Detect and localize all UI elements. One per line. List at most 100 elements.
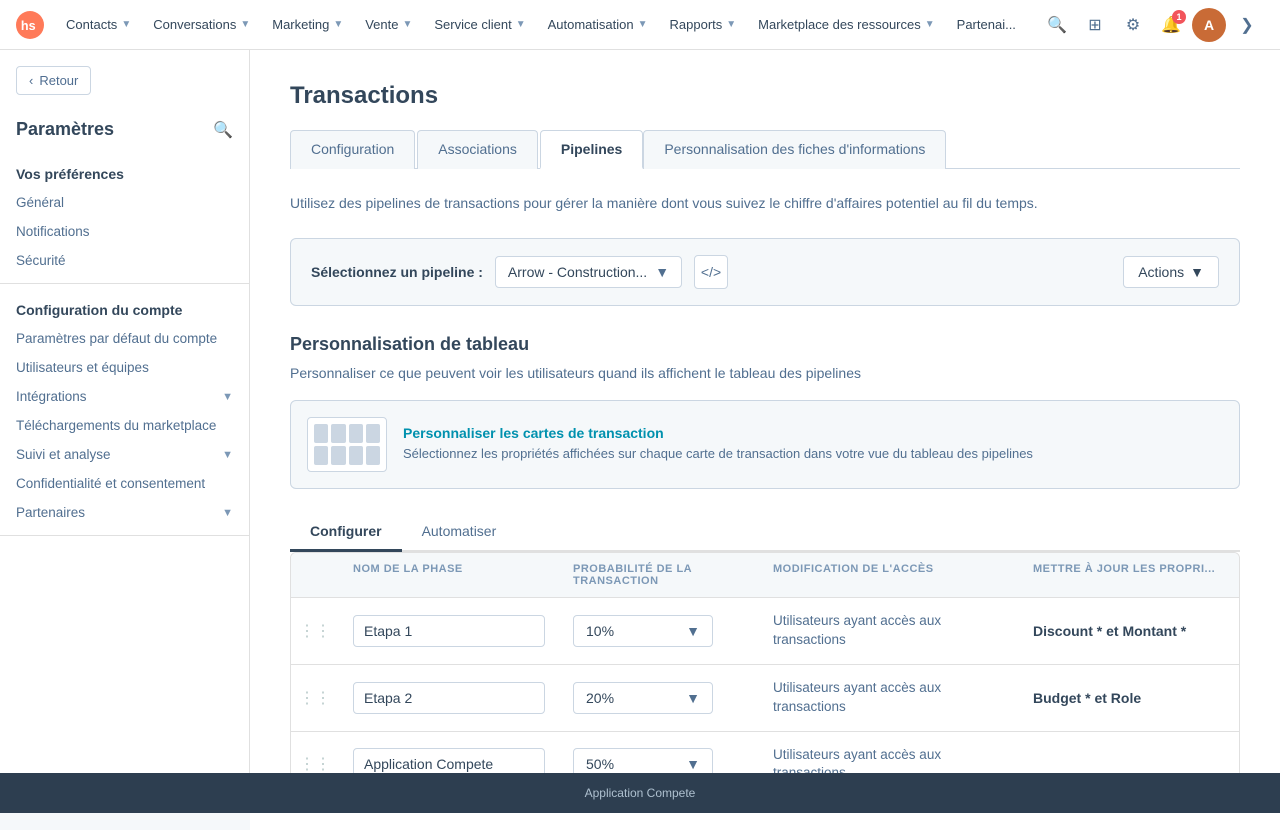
sidebar-item-label: Intégrations [16, 389, 87, 404]
thumb-cell [349, 446, 363, 465]
sidebar-item[interactable]: Partenaires▼ [0, 498, 249, 527]
actions-label: Actions [1138, 264, 1184, 280]
chevron-down-icon: ▼ [222, 391, 233, 403]
drag-handle-icon[interactable]: ⋮⋮ [291, 754, 339, 774]
apps-icon[interactable]: ⊞ [1078, 8, 1112, 42]
actions-button[interactable]: Actions ▼ [1123, 256, 1219, 288]
back-arrow-icon: ‹ [29, 73, 33, 88]
chevron-down-icon: ▼ [402, 19, 412, 30]
sidebar-item[interactable]: Confidentialité et consentement [0, 469, 249, 498]
sidebar-item-label: Suivi et analyse [16, 447, 111, 462]
props-cell: Budget * et Role [1019, 676, 1239, 720]
chevron-down-icon: ▼ [333, 19, 343, 30]
sidebar-item-label: Partenaires [16, 505, 85, 520]
sidebar-item[interactable]: Notifications [0, 217, 249, 246]
sidebar-section-title: Vos préférences [0, 156, 249, 188]
user-avatar[interactable]: A [1192, 8, 1226, 42]
sidebar-search-icon[interactable]: 🔍 [213, 120, 233, 140]
table-header-cell-1: NOM DE LA PHASE [339, 553, 559, 597]
stages-table: NOM DE LA PHASEPROBABILITÉ DE LA TRANSAC… [290, 552, 1240, 798]
table-row: ⋮⋮ 20% ▼ Utilisateurs ayant accès aux trans… [291, 665, 1239, 732]
stage-name-cell [339, 668, 559, 728]
actions-caret-icon: ▼ [1190, 264, 1204, 280]
nav-item[interactable]: Rapports▼ [660, 11, 747, 38]
nav-item[interactable]: Conversations▼ [143, 11, 260, 38]
pipeline-dropdown[interactable]: Arrow - Construction... ▼ [495, 256, 682, 288]
back-button[interactable]: ‹ Retour [16, 66, 91, 95]
sidebar-item-label: Sécurité [16, 253, 66, 268]
nav-item[interactable]: Marketing▼ [262, 11, 353, 38]
sidebar-item[interactable]: Utilisateurs et équipes [0, 353, 249, 382]
search-icon[interactable]: 🔍 [1040, 8, 1074, 42]
sidebar-divider [0, 283, 249, 284]
sidebar-item[interactable]: Paramètres par défaut du compte [0, 324, 249, 353]
pipeline-label: Sélectionnez un pipeline : [311, 264, 483, 280]
thumb-cell [331, 424, 345, 443]
tab-configuration[interactable]: Configuration [290, 130, 415, 169]
hubspot-logo[interactable]: hs [16, 11, 44, 39]
subtabs: ConfigurerAutomatiser [290, 513, 1240, 552]
sidebar-item[interactable]: Téléchargements du marketplace [0, 411, 249, 440]
chevron-down-icon: ▼ [925, 19, 935, 30]
probability-caret-icon: ▼ [686, 756, 700, 772]
probability-caret-icon: ▼ [686, 690, 700, 706]
probability-cell: 10%▼ [559, 601, 759, 661]
probability-value: 10% [586, 623, 614, 639]
probability-dropdown[interactable]: 20% ▼ [573, 682, 713, 714]
drag-handle-icon[interactable]: ⋮⋮ [291, 621, 339, 641]
nav-item[interactable]: Contacts▼ [56, 11, 141, 38]
bottom-bar-text: Application Compete [585, 786, 696, 800]
sidebar-item[interactable]: Général [0, 188, 249, 217]
tab-associations[interactable]: Associations [417, 130, 538, 169]
svg-text:hs: hs [21, 18, 36, 32]
customize-text: Personnaliser les cartes de transaction … [403, 425, 1033, 463]
nav-item[interactable]: Service client▼ [424, 11, 535, 38]
customize-link[interactable]: Personnaliser les cartes de transaction [403, 425, 1033, 441]
bottom-bar: Application Compete [0, 773, 1280, 813]
sidebar-item[interactable]: Suivi et analyse▼ [0, 440, 249, 469]
expand-icon[interactable]: ❯ [1230, 8, 1264, 42]
stage-name-input[interactable] [353, 615, 545, 647]
page-description: Utilisez des pipelines de transactions p… [290, 193, 1240, 214]
access-text: Utilisateurs ayant accès aux transaction… [773, 680, 941, 714]
tab-personnalisation-des-fiches-d'informations[interactable]: Personnalisation des fiches d'informatio… [643, 130, 946, 169]
stage-name-cell [339, 601, 559, 661]
props-text: Discount * et Montant * [1033, 623, 1186, 639]
sidebar-title: Paramètres [16, 119, 114, 140]
sidebar-item-label: Paramètres par défaut du compte [16, 331, 217, 346]
subtab-automatiser[interactable]: Automatiser [402, 513, 517, 552]
nav-item[interactable]: Marketplace des ressources▼ [748, 11, 944, 38]
pipeline-caret-icon: ▼ [655, 264, 669, 280]
settings-icon[interactable]: ⚙ [1116, 8, 1150, 42]
chevron-down-icon: ▼ [516, 19, 526, 30]
nav-item[interactable]: Automatisation▼ [538, 11, 658, 38]
section-title: Personnalisation de tableau [290, 334, 1240, 355]
probability-cell: 20% ▼ [559, 668, 759, 728]
layout: ‹ Retour Paramètres 🔍 Vos préférences Gén… [0, 50, 1280, 830]
sidebar-item[interactable]: Sécurité [0, 246, 249, 275]
sidebar-item-label: Général [16, 195, 64, 210]
tab-pipelines[interactable]: Pipelines [540, 130, 643, 169]
main-content: Transactions ConfigurationAssociationsPi… [250, 50, 1280, 830]
sidebar-divider [0, 535, 249, 536]
stage-name-input[interactable] [353, 682, 545, 714]
props-text: Budget * et Role [1033, 690, 1141, 706]
access-cell: Utilisateurs ayant accès aux transaction… [759, 598, 1019, 664]
probability-value: 50% [586, 756, 614, 772]
top-navigation: hs Contacts▼Conversations▼Marketing▼Vent… [0, 0, 1280, 50]
nav-item[interactable]: Partenai... [947, 11, 1026, 38]
table-body: ⋮⋮10%▼Utilisateurs ayant accès aux trans… [291, 598, 1239, 797]
back-label: Retour [39, 73, 78, 88]
thumb-cell [366, 424, 380, 443]
probability-dropdown[interactable]: 10%▼ [573, 615, 713, 647]
notifications-icon[interactable]: 🔔 1 [1154, 8, 1188, 42]
code-icon[interactable]: </> [694, 255, 728, 289]
thumb-cell [314, 424, 328, 443]
nav-item[interactable]: Vente▼ [355, 11, 422, 38]
thumb-cell [349, 424, 363, 443]
table-row: ⋮⋮ 10%▼ Utilisateurs ayant accès aux trans… [291, 598, 1239, 665]
probability-value: 20% [586, 690, 614, 706]
sidebar-item[interactable]: Intégrations ▼ [0, 382, 249, 411]
subtab-configurer[interactable]: Configurer [290, 513, 402, 552]
drag-handle-icon[interactable]: ⋮⋮ [291, 688, 339, 708]
